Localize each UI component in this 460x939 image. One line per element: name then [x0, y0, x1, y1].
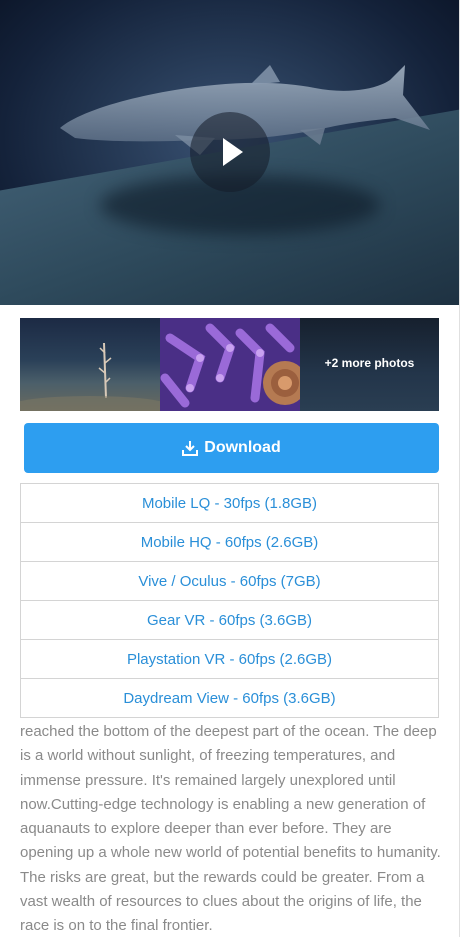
photo-gallery: +2 more photos	[20, 318, 439, 411]
play-icon	[223, 138, 243, 166]
coral-stalk-image	[20, 342, 160, 411]
download-icon	[182, 441, 199, 456]
download-options-list: Mobile LQ - 30fps (1.8GB) Mobile HQ - 60…	[20, 483, 439, 718]
more-photos-label: +2 more photos	[324, 356, 415, 370]
option-mobile-hq[interactable]: Mobile HQ - 60fps (2.6GB)	[20, 522, 439, 562]
description-text: reached the bottom of the deepest part o…	[20, 723, 441, 935]
option-playstation-vr[interactable]: Playstation VR - 60fps (2.6GB)	[20, 639, 439, 679]
purple-coral-image	[160, 318, 300, 411]
download-label: Download	[204, 439, 281, 456]
photo-thumbnail[interactable]	[20, 318, 160, 411]
option-gear-vr[interactable]: Gear VR - 60fps (3.6GB)	[20, 600, 439, 640]
download-button[interactable]: Download	[24, 423, 439, 473]
more-photos-thumbnail[interactable]: +2 more photos	[300, 318, 439, 411]
option-daydream-view[interactable]: Daydream View - 60fps (3.6GB)	[20, 678, 439, 718]
play-button[interactable]	[190, 112, 270, 192]
option-vive-oculus[interactable]: Vive / Oculus - 60fps (7GB)	[20, 561, 439, 601]
option-mobile-lq[interactable]: Mobile LQ - 30fps (1.8GB)	[20, 483, 439, 523]
video-player[interactable]	[0, 0, 459, 305]
photo-thumbnail[interactable]	[160, 318, 300, 411]
